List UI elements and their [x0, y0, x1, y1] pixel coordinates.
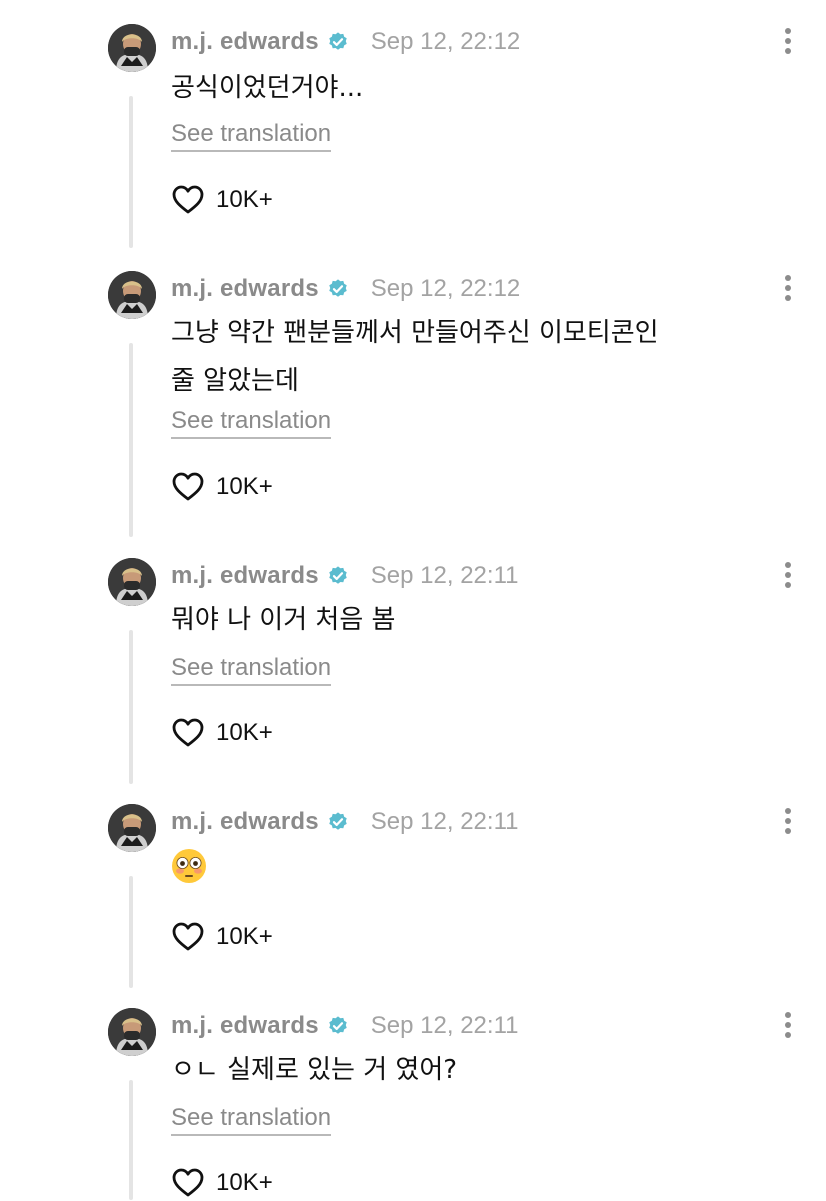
like-row: 10K+	[171, 469, 273, 505]
verified-badge-icon	[327, 811, 349, 833]
post-header: m.j. edwards Sep 12, 22:12	[171, 24, 520, 60]
timestamp: Sep 12, 22:11	[370, 1012, 519, 1039]
reply-feed: m.j. edwards Sep 12, 22:12 공식이었던거야... Se…	[0, 0, 826, 1200]
verified-badge-icon	[327, 1015, 349, 1037]
heart-icon[interactable]	[171, 184, 205, 216]
like-count: 10K+	[216, 1169, 273, 1196]
see-translation-link[interactable]: See translation	[171, 654, 332, 686]
username[interactable]: m.j. edwards	[171, 808, 319, 836]
post-header: m.j. edwards Sep 12, 22:11	[171, 1008, 518, 1044]
thread-line	[129, 96, 133, 248]
thread-line	[129, 630, 133, 784]
heart-icon[interactable]	[171, 471, 205, 503]
heart-icon[interactable]	[171, 921, 205, 953]
avatar[interactable]	[108, 271, 156, 319]
avatar[interactable]	[108, 804, 156, 852]
username[interactable]: m.j. edwards	[171, 1012, 319, 1040]
like-row: 10K+	[171, 715, 273, 751]
timestamp: Sep 12, 22:12	[370, 275, 521, 302]
verified-badge-icon	[327, 565, 349, 587]
see-translation-link[interactable]: See translation	[171, 120, 332, 152]
post-text: 그냥 약간 팬분들께서 만들어주신 이모티콘인 줄 알았는데	[171, 318, 659, 396]
post-header: m.j. edwards Sep 12, 22:11	[171, 804, 518, 840]
see-translation-link[interactable]: See translation	[171, 1104, 332, 1136]
username[interactable]: m.j. edwards	[171, 28, 319, 56]
like-row: 10K+	[171, 182, 273, 218]
timestamp: Sep 12, 22:11	[370, 808, 519, 835]
like-count: 10K+	[216, 473, 273, 500]
flushed-face-emoji	[171, 848, 207, 884]
avatar[interactable]	[108, 558, 156, 606]
thread-line	[129, 1080, 133, 1200]
verified-badge-icon	[327, 278, 349, 300]
avatar[interactable]	[108, 1008, 156, 1056]
post-text: 뭐야 나 이거 처음 봄	[171, 605, 396, 635]
username[interactable]: m.j. edwards	[171, 275, 319, 303]
like-count: 10K+	[216, 186, 273, 213]
like-row: 10K+	[171, 1165, 273, 1201]
see-translation-link[interactable]: See translation	[171, 407, 332, 439]
more-options-icon[interactable]	[776, 1010, 800, 1040]
thread-line	[129, 876, 133, 988]
more-options-icon[interactable]	[776, 560, 800, 590]
verified-badge-icon	[327, 31, 349, 53]
timestamp: Sep 12, 22:11	[370, 562, 519, 589]
more-options-icon[interactable]	[776, 806, 800, 836]
more-options-icon[interactable]	[776, 273, 800, 303]
like-count: 10K+	[216, 719, 273, 746]
username[interactable]: m.j. edwards	[171, 562, 319, 590]
more-options-icon[interactable]	[776, 26, 800, 56]
post-header: m.j. edwards Sep 12, 22:12	[171, 271, 520, 307]
post-header: m.j. edwards Sep 12, 22:11	[171, 558, 518, 594]
heart-icon[interactable]	[171, 1167, 205, 1199]
timestamp: Sep 12, 22:12	[370, 28, 521, 55]
like-row: 10K+	[171, 919, 273, 955]
heart-icon[interactable]	[171, 717, 205, 749]
thread-line	[129, 343, 133, 537]
post-text: 공식이었던거야...	[171, 73, 364, 103]
like-count: 10K+	[216, 923, 273, 950]
post-text: ㅇㄴ 실제로 있는 거 였어?	[171, 1055, 458, 1085]
avatar[interactable]	[108, 24, 156, 72]
